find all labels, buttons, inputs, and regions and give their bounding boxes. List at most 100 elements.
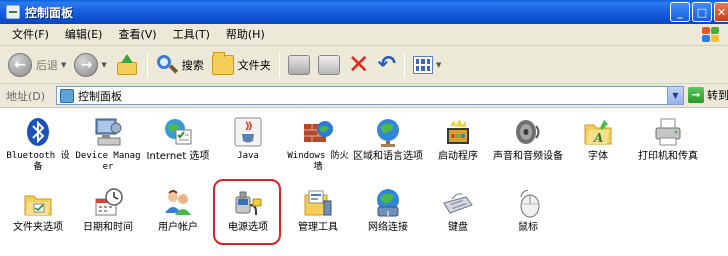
folder-options-icon bbox=[22, 187, 54, 219]
cp-item-keyboard[interactable]: 键盘 bbox=[423, 187, 493, 234]
cp-item-device-manager[interactable]: Device Manager bbox=[73, 116, 143, 173]
cp-item-windows-firewall[interactable]: Windows 防火墙 bbox=[283, 116, 353, 173]
cp-item-internet-options[interactable]: Internet 选项 bbox=[143, 116, 213, 163]
cp-item-network-connections[interactable]: 网络连接 bbox=[353, 187, 423, 234]
title-bar[interactable]: 控制面板 _ □ ✕ bbox=[0, 0, 728, 24]
copy-to-button[interactable] bbox=[314, 50, 344, 80]
cp-item-startup-programs[interactable]: 启动程序 bbox=[423, 116, 493, 163]
cp-item-label: Java bbox=[237, 151, 259, 161]
cp-item-label: Internet 选项 bbox=[146, 151, 210, 162]
address-value: 控制面板 bbox=[78, 89, 122, 103]
search-icon bbox=[156, 54, 178, 76]
chevron-down-icon: ▼ bbox=[436, 60, 442, 69]
chevron-down-icon: ▼ bbox=[61, 60, 67, 69]
folders-icon bbox=[211, 51, 234, 75]
fonts-folder-icon: A bbox=[582, 116, 614, 148]
close-button[interactable]: ✕ bbox=[714, 2, 728, 22]
cp-item-label: 启动程序 bbox=[438, 151, 478, 162]
back-label: 后退 bbox=[36, 58, 58, 72]
control-panel-icon bbox=[60, 88, 74, 103]
cp-item-sound-audio[interactable]: 声音和音频设备 bbox=[493, 116, 563, 163]
toolbar-separator bbox=[146, 51, 148, 78]
back-arrow-icon: ← bbox=[8, 52, 32, 77]
admin-tools-icon bbox=[302, 187, 334, 219]
search-label: 搜索 bbox=[181, 58, 204, 72]
window-controls: _ □ ✕ bbox=[670, 2, 728, 22]
cp-item-label: 管理工具 bbox=[298, 222, 338, 233]
control-panel-items: Bluetooth 设备 Device Manager Internet 选项 … bbox=[0, 108, 728, 256]
menu-help[interactable]: 帮助(H) bbox=[218, 25, 273, 45]
highlight-ring bbox=[213, 179, 281, 245]
cp-item-label: 打印机和传真 bbox=[638, 151, 698, 162]
startup-programs-icon bbox=[442, 116, 474, 148]
search-button[interactable]: 搜索 bbox=[152, 50, 208, 80]
cp-item-label: 区域和语言选项 bbox=[353, 151, 423, 162]
address-dropdown-button[interactable]: ▼ bbox=[667, 87, 683, 104]
cp-item-label: 日期和时间 bbox=[83, 222, 133, 233]
cp-item-region-language[interactable]: 区域和语言选项 bbox=[353, 116, 423, 163]
move-to-button[interactable] bbox=[284, 50, 314, 80]
cp-item-java[interactable]: Java bbox=[213, 116, 283, 162]
device-manager-icon bbox=[92, 116, 124, 148]
back-button[interactable]: ← 后退 ▼ bbox=[4, 50, 70, 80]
network-connections-icon bbox=[372, 187, 404, 219]
date-time-icon bbox=[92, 187, 124, 219]
java-icon bbox=[232, 116, 264, 148]
menu-tools[interactable]: 工具(T) bbox=[165, 25, 218, 45]
cp-item-date-time[interactable]: 日期和时间 bbox=[73, 187, 143, 234]
cp-item-bluetooth[interactable]: Bluetooth 设备 bbox=[3, 116, 73, 173]
views-button[interactable]: ▼ bbox=[409, 50, 445, 80]
move-to-icon bbox=[287, 54, 310, 75]
minimize-button[interactable]: _ bbox=[670, 2, 690, 22]
undo-button[interactable]: ↶ bbox=[374, 50, 400, 80]
window-title: 控制面板 bbox=[25, 5, 74, 20]
up-button[interactable] bbox=[111, 50, 143, 80]
cp-item-label: 用户帐户 bbox=[158, 222, 198, 233]
cp-item-label: 网络连接 bbox=[368, 222, 408, 233]
forward-button[interactable]: → ▼ bbox=[70, 50, 110, 80]
address-field[interactable]: 控制面板 ▼ bbox=[56, 86, 684, 105]
toolbar-separator bbox=[278, 51, 280, 78]
menu-file[interactable]: 文件(F) bbox=[4, 25, 57, 45]
address-label: 地址(D) bbox=[6, 89, 46, 103]
svg-text:A: A bbox=[593, 131, 603, 145]
cp-item-label: 字体 bbox=[588, 151, 608, 162]
cp-item-user-accounts[interactable]: 用户帐户 bbox=[143, 187, 213, 234]
folders-button[interactable]: 文件夹 bbox=[208, 50, 275, 80]
cp-item-label: Bluetooth 设备 bbox=[6, 151, 70, 172]
cp-item-admin-tools[interactable]: 管理工具 bbox=[283, 187, 353, 234]
region-language-icon bbox=[372, 116, 404, 148]
cp-item-label: Device Manager bbox=[75, 151, 141, 172]
cp-item-fonts[interactable]: A 字体 bbox=[563, 116, 633, 163]
go-label: 转到 bbox=[707, 89, 728, 102]
cp-item-label: 鼠标 bbox=[518, 222, 538, 233]
views-icon bbox=[413, 55, 434, 74]
go-button[interactable]: → 转到 bbox=[688, 87, 728, 103]
printer-fax-icon bbox=[652, 116, 684, 148]
delete-button[interactable]: ✕ bbox=[344, 50, 374, 80]
cp-item-mouse[interactable]: 鼠标 bbox=[493, 187, 563, 234]
keyboard-icon bbox=[442, 187, 474, 219]
mouse-icon bbox=[512, 187, 544, 219]
copy-to-icon bbox=[317, 54, 340, 75]
cp-item-printers-faxes[interactable]: 打印机和传真 bbox=[633, 116, 703, 163]
windows-logo-icon bbox=[700, 25, 722, 45]
cp-item-label: 键盘 bbox=[448, 222, 468, 233]
cp-item-label: Windows 防火墙 bbox=[287, 151, 349, 172]
folders-label: 文件夹 bbox=[237, 58, 271, 72]
toolbar-separator bbox=[404, 51, 406, 78]
folder-up-icon bbox=[115, 53, 139, 76]
chevron-down-icon: ▼ bbox=[101, 60, 107, 69]
menu-edit[interactable]: 编辑(E) bbox=[57, 25, 111, 45]
bluetooth-icon bbox=[22, 116, 54, 148]
cp-item-folder-options[interactable]: 文件夹选项 bbox=[3, 187, 73, 234]
toolbar: ← 后退 ▼ → ▼ 搜索 文件夹 ✕ ↶ ▼ bbox=[0, 46, 728, 84]
sound-audio-icon bbox=[512, 116, 544, 148]
go-arrow-icon: → bbox=[688, 87, 704, 103]
maximize-button[interactable]: □ bbox=[692, 2, 712, 22]
cp-item-label: 声音和音频设备 bbox=[493, 151, 563, 162]
undo-icon: ↶ bbox=[377, 51, 397, 77]
cp-item-label: 文件夹选项 bbox=[13, 222, 63, 233]
menu-view[interactable]: 查看(V) bbox=[110, 25, 164, 45]
delete-icon: ✕ bbox=[347, 49, 370, 80]
